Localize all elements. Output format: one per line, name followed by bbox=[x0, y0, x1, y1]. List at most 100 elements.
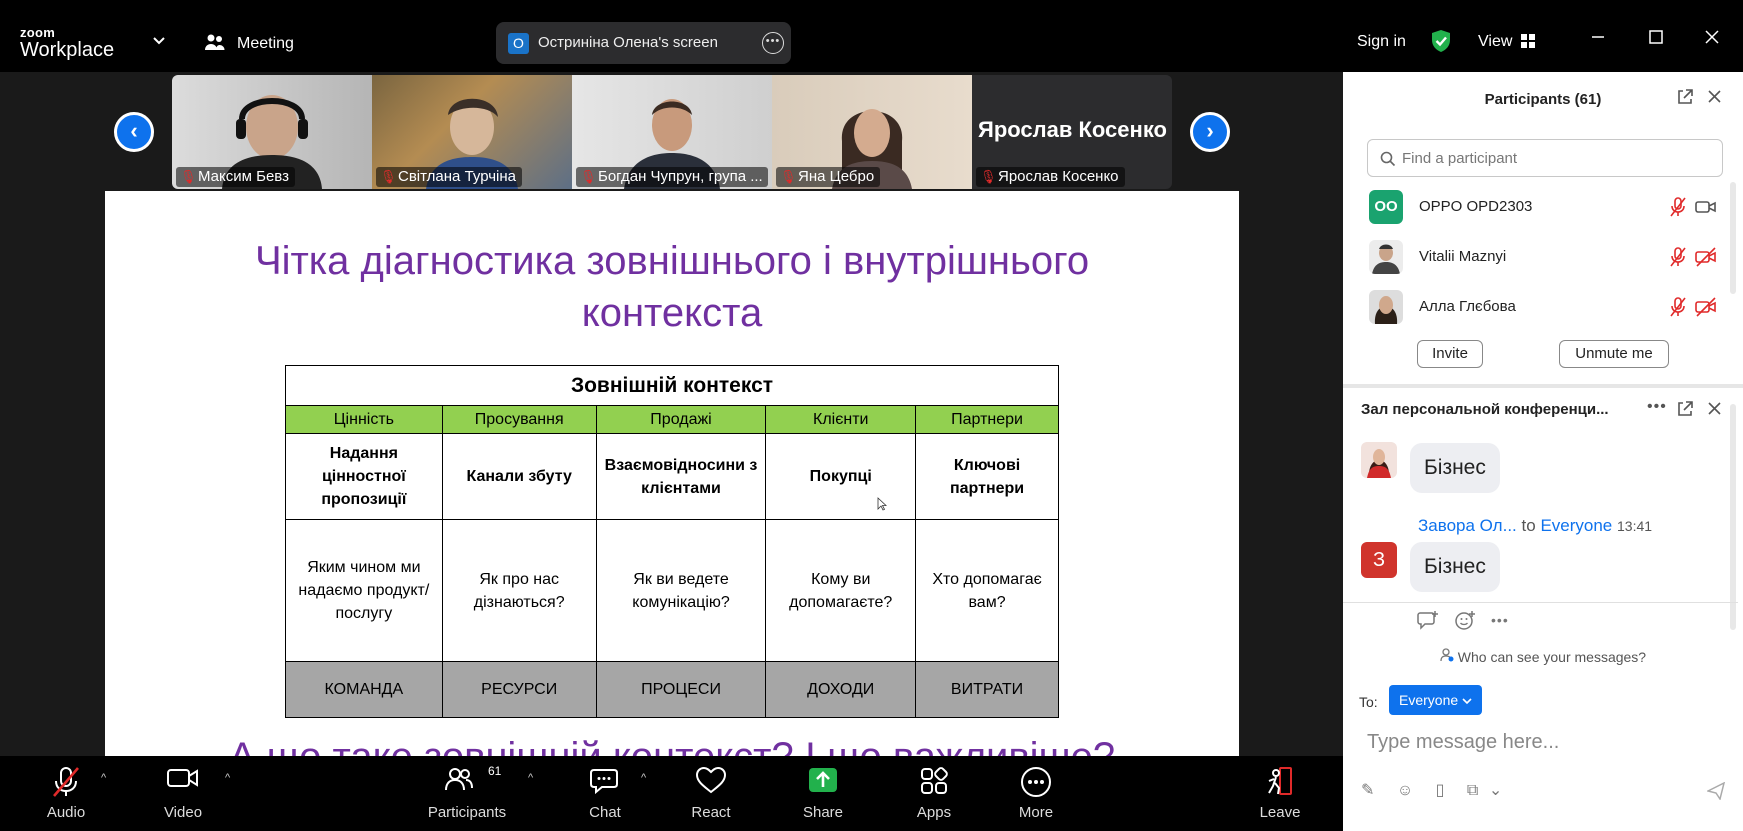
video-off-icon[interactable] bbox=[1695, 246, 1717, 273]
table-header-cell: Просування bbox=[441, 405, 597, 434]
close-icon[interactable] bbox=[1705, 28, 1719, 48]
recipient-name[interactable]: Everyone bbox=[1540, 516, 1612, 535]
participant-row[interactable]: OO OPPO OPD2303 bbox=[1343, 184, 1743, 230]
share-label: Share bbox=[802, 804, 844, 821]
participants-button[interactable]: 61 Participants bbox=[422, 756, 512, 831]
video-tile[interactable]: 🎙Яна Цебро bbox=[772, 75, 972, 189]
apps-button[interactable]: Apps bbox=[904, 756, 964, 831]
react-button[interactable]: React bbox=[681, 756, 741, 831]
unmute-me-button[interactable]: Unmute me bbox=[1559, 340, 1669, 368]
zoom-workplace-logo[interactable]: zoom Workplace bbox=[20, 26, 114, 60]
participant-name-label: 🎙Ярослав Косенко bbox=[976, 167, 1125, 187]
video-on-icon[interactable] bbox=[1695, 196, 1717, 223]
who-can-see-messages[interactable]: Who can see your messages? bbox=[1343, 648, 1743, 665]
video-tile[interactable]: 🎙Максим Бевз bbox=[172, 75, 372, 189]
react-label: React bbox=[691, 804, 731, 821]
leave-door-icon bbox=[1265, 766, 1295, 803]
reply-in-thread-icon[interactable] bbox=[1417, 610, 1439, 630]
chevron-down-icon bbox=[1462, 698, 1472, 705]
side-panel: Participants (61) Find a participant OO … bbox=[1343, 72, 1743, 831]
table-cell: РЕСУРСИ bbox=[441, 661, 597, 718]
video-tile[interactable]: 🎙Богдан Чупрун, група ... bbox=[572, 75, 772, 189]
video-button[interactable]: Video bbox=[153, 756, 213, 831]
pop-out-icon[interactable] bbox=[1676, 88, 1694, 111]
prev-page-button[interactable]: ‹ bbox=[114, 112, 154, 152]
message-more-icon[interactable]: ••• bbox=[1491, 612, 1509, 628]
meeting-toolbar: Audio ^ Video ^ 61 Participants ^ Chat ^ bbox=[0, 756, 1343, 831]
share-button[interactable]: Share bbox=[793, 756, 853, 831]
search-icon bbox=[1380, 151, 1396, 167]
recipient-dropdown[interactable]: Everyone bbox=[1389, 685, 1483, 715]
send-icon[interactable] bbox=[1705, 781, 1726, 805]
participants-options-caret-icon[interactable]: ^ bbox=[528, 772, 533, 784]
chat-message-bubble: Бізнес bbox=[1410, 542, 1500, 592]
slide-title-line1: Чітка діагностика зовнішнього і внутрішн… bbox=[254, 239, 1090, 283]
participant-search[interactable]: Find a participant bbox=[1367, 139, 1723, 177]
chat-message-input[interactable] bbox=[1367, 724, 1727, 760]
add-reaction-icon[interactable] bbox=[1454, 610, 1476, 630]
sign-in-link[interactable]: Sign in bbox=[1357, 33, 1406, 51]
chat-button[interactable]: Chat bbox=[575, 756, 635, 831]
table-cell: КОМАНДА bbox=[285, 661, 443, 718]
video-off-icon[interactable] bbox=[1695, 296, 1717, 323]
muted-mic-icon: 🎙 bbox=[980, 169, 997, 184]
logo-line2: Workplace bbox=[20, 39, 115, 61]
muted-mic-icon[interactable] bbox=[1668, 296, 1688, 323]
table-cell: Як ви ведете комунікацію? bbox=[595, 519, 767, 662]
maximize-icon[interactable] bbox=[1649, 28, 1663, 48]
minimize-icon[interactable] bbox=[1591, 28, 1605, 48]
next-page-button[interactable]: › bbox=[1190, 112, 1230, 152]
grid-view-icon[interactable] bbox=[1521, 34, 1535, 53]
to-label: to bbox=[1521, 516, 1536, 535]
more-button[interactable]: More bbox=[1006, 756, 1066, 831]
participants-scrollbar[interactable] bbox=[1730, 182, 1736, 294]
chat-options-caret-icon[interactable]: ^ bbox=[641, 772, 646, 784]
video-options-caret-icon[interactable]: ^ bbox=[225, 772, 230, 784]
heart-icon bbox=[695, 766, 727, 799]
chat-more-icon[interactable]: ••• bbox=[1647, 398, 1667, 416]
screenshot-options-chevron-icon[interactable]: ⌄ bbox=[1489, 782, 1502, 799]
audio-options-caret-icon[interactable]: ^ bbox=[101, 772, 106, 784]
meeting-label[interactable]: Meeting bbox=[237, 35, 294, 53]
participants-count: 61 bbox=[488, 764, 502, 778]
chevron-down-icon[interactable] bbox=[152, 34, 166, 49]
view-menu[interactable]: View bbox=[1478, 33, 1512, 51]
table-cell: Ключові партнери bbox=[915, 433, 1059, 520]
mouse-cursor-icon bbox=[877, 497, 887, 511]
participant-row[interactable]: Vitalii Maznyi bbox=[1343, 234, 1743, 280]
avatar bbox=[1361, 442, 1397, 478]
security-shield-icon[interactable] bbox=[1430, 29, 1452, 58]
chat-pop-out-icon[interactable] bbox=[1676, 400, 1694, 423]
participant-name: Vitalii Maznyi bbox=[1419, 248, 1507, 265]
screen-share-indicator[interactable]: O Остриніна Олена's screen ••• bbox=[496, 22, 791, 64]
chat-label: Chat bbox=[589, 804, 621, 821]
close-panel-icon[interactable] bbox=[1707, 89, 1722, 109]
video-camera-icon bbox=[166, 766, 200, 795]
muted-mic-icon[interactable] bbox=[1668, 196, 1688, 223]
slide-title: Чітка діагностика зовнішнього і внутрішн… bbox=[105, 235, 1239, 339]
table-cell: Взаємовідносини з клієнтами bbox=[595, 433, 767, 520]
emoji-icon[interactable]: ☺ bbox=[1397, 782, 1413, 799]
file-icon[interactable]: ▯ bbox=[1436, 782, 1445, 799]
to-field-label: To: bbox=[1359, 694, 1378, 710]
invite-button[interactable]: Invite bbox=[1417, 340, 1483, 368]
chat-icon bbox=[590, 766, 620, 799]
chat-scrollbar[interactable] bbox=[1730, 404, 1736, 630]
sender-name[interactable]: Завора Ол... bbox=[1418, 516, 1517, 535]
table-header-cell: Клієнти bbox=[765, 405, 917, 434]
video-tile[interactable]: 🎙Світлана Турчіна bbox=[372, 75, 572, 189]
screenshot-icon[interactable]: ⧉ bbox=[1467, 782, 1478, 799]
leave-button[interactable]: Leave bbox=[1250, 756, 1310, 831]
chat-close-icon[interactable] bbox=[1707, 401, 1722, 421]
more-options-icon[interactable]: ••• bbox=[762, 32, 784, 54]
muted-microphone-icon bbox=[51, 766, 81, 803]
audio-button[interactable]: Audio bbox=[36, 756, 96, 831]
table-cell: Кому ви допомагаєте? bbox=[765, 519, 917, 662]
format-text-icon[interactable]: ✎ bbox=[1361, 782, 1374, 799]
muted-mic-icon[interactable] bbox=[1668, 246, 1688, 273]
meeting-people-icon[interactable] bbox=[204, 33, 226, 58]
muted-mic-icon: 🎙 bbox=[780, 169, 797, 184]
leave-label: Leave bbox=[1259, 804, 1301, 821]
participant-row[interactable]: Алла Глєбова bbox=[1343, 284, 1743, 330]
video-tile[interactable]: Ярослав Косенко 🎙Ярослав Косенко bbox=[972, 75, 1172, 189]
